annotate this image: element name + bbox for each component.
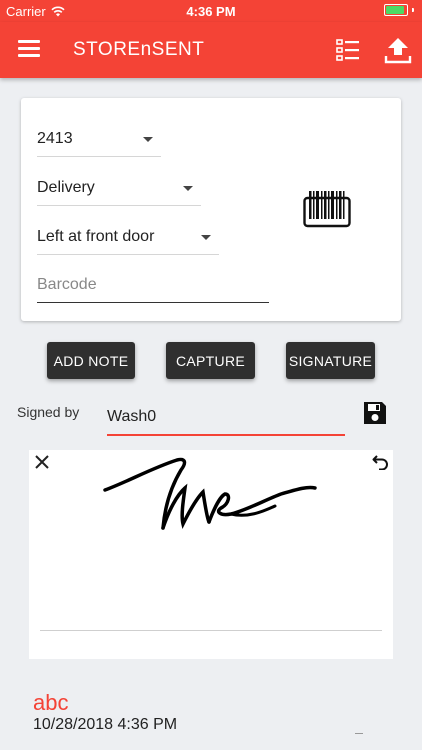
- status-bar: Carrier 4:36 PM: [0, 0, 422, 22]
- capture-button[interactable]: CAPTURE: [166, 342, 255, 379]
- barcode-icon[interactable]: [303, 190, 351, 228]
- note-divider: [355, 733, 363, 734]
- delivery-type-value: Delivery: [37, 179, 95, 196]
- undo-icon[interactable]: [372, 452, 390, 470]
- delivery-status-select[interactable]: Left at front door: [37, 220, 219, 255]
- delivery-form-card: 2413 Delivery Left at front door: [21, 98, 401, 321]
- list-icon[interactable]: [336, 38, 360, 62]
- app-bar: STOREnSENT: [0, 22, 422, 78]
- signed-by-label: Signed by: [17, 404, 80, 420]
- battery-tip: [412, 8, 414, 12]
- upload-icon[interactable]: [384, 36, 412, 64]
- note-title[interactable]: abc: [33, 690, 68, 716]
- status-time: 4:36 PM: [186, 4, 236, 19]
- add-note-button[interactable]: ADD NOTE: [47, 342, 135, 379]
- battery-level: [386, 6, 404, 14]
- store-select[interactable]: 2413: [37, 122, 161, 157]
- signature-pad[interactable]: [29, 450, 393, 659]
- store-select-value: 2413: [37, 130, 73, 147]
- close-icon[interactable]: [34, 454, 50, 470]
- chevron-down-icon: [201, 235, 211, 240]
- menu-icon[interactable]: [18, 40, 40, 58]
- signature-button[interactable]: SIGNATURE: [286, 342, 375, 379]
- floppy-disk-icon[interactable]: [362, 400, 388, 426]
- chevron-down-icon: [143, 137, 153, 142]
- delivery-type-select[interactable]: Delivery: [37, 171, 201, 206]
- barcode-input[interactable]: [37, 268, 269, 303]
- delivery-status-value: Left at front door: [37, 228, 155, 245]
- battery-icon: [384, 4, 408, 16]
- chevron-down-icon: [183, 186, 193, 191]
- battery-group: [384, 4, 414, 16]
- signed-by-input[interactable]: [107, 400, 345, 436]
- app-title: STOREnSENT: [73, 39, 205, 60]
- signature-drawing: [103, 457, 317, 530]
- signature-baseline: [40, 630, 382, 631]
- note-timestamp: 10/28/2018 4:36 PM: [33, 716, 178, 733]
